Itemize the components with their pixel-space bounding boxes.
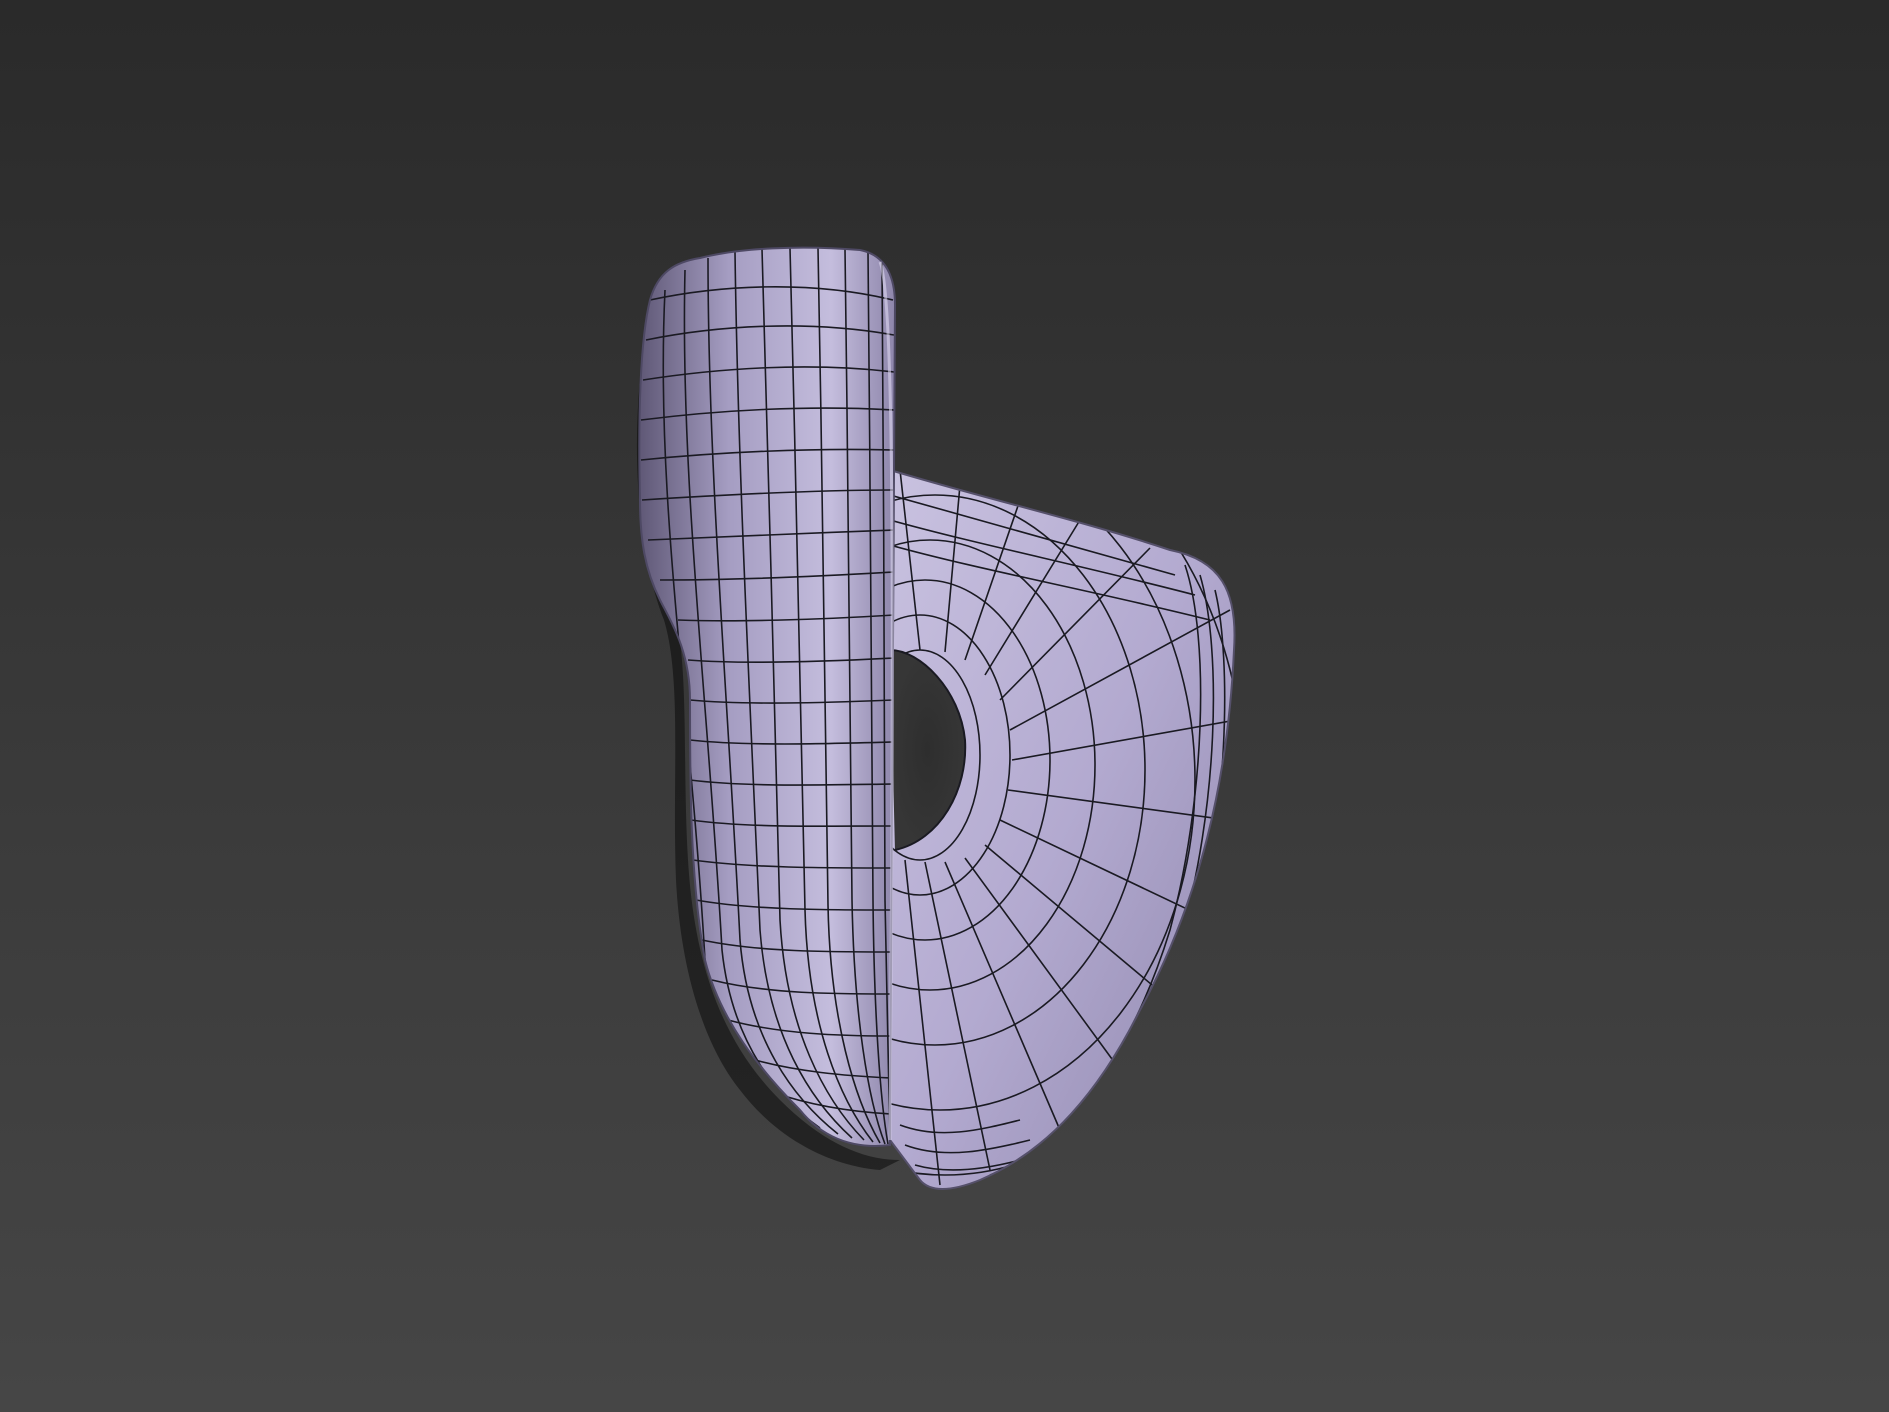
- 3d-viewport[interactable]: [0, 0, 1889, 1412]
- viewport-scene: [636, 246, 1236, 1190]
